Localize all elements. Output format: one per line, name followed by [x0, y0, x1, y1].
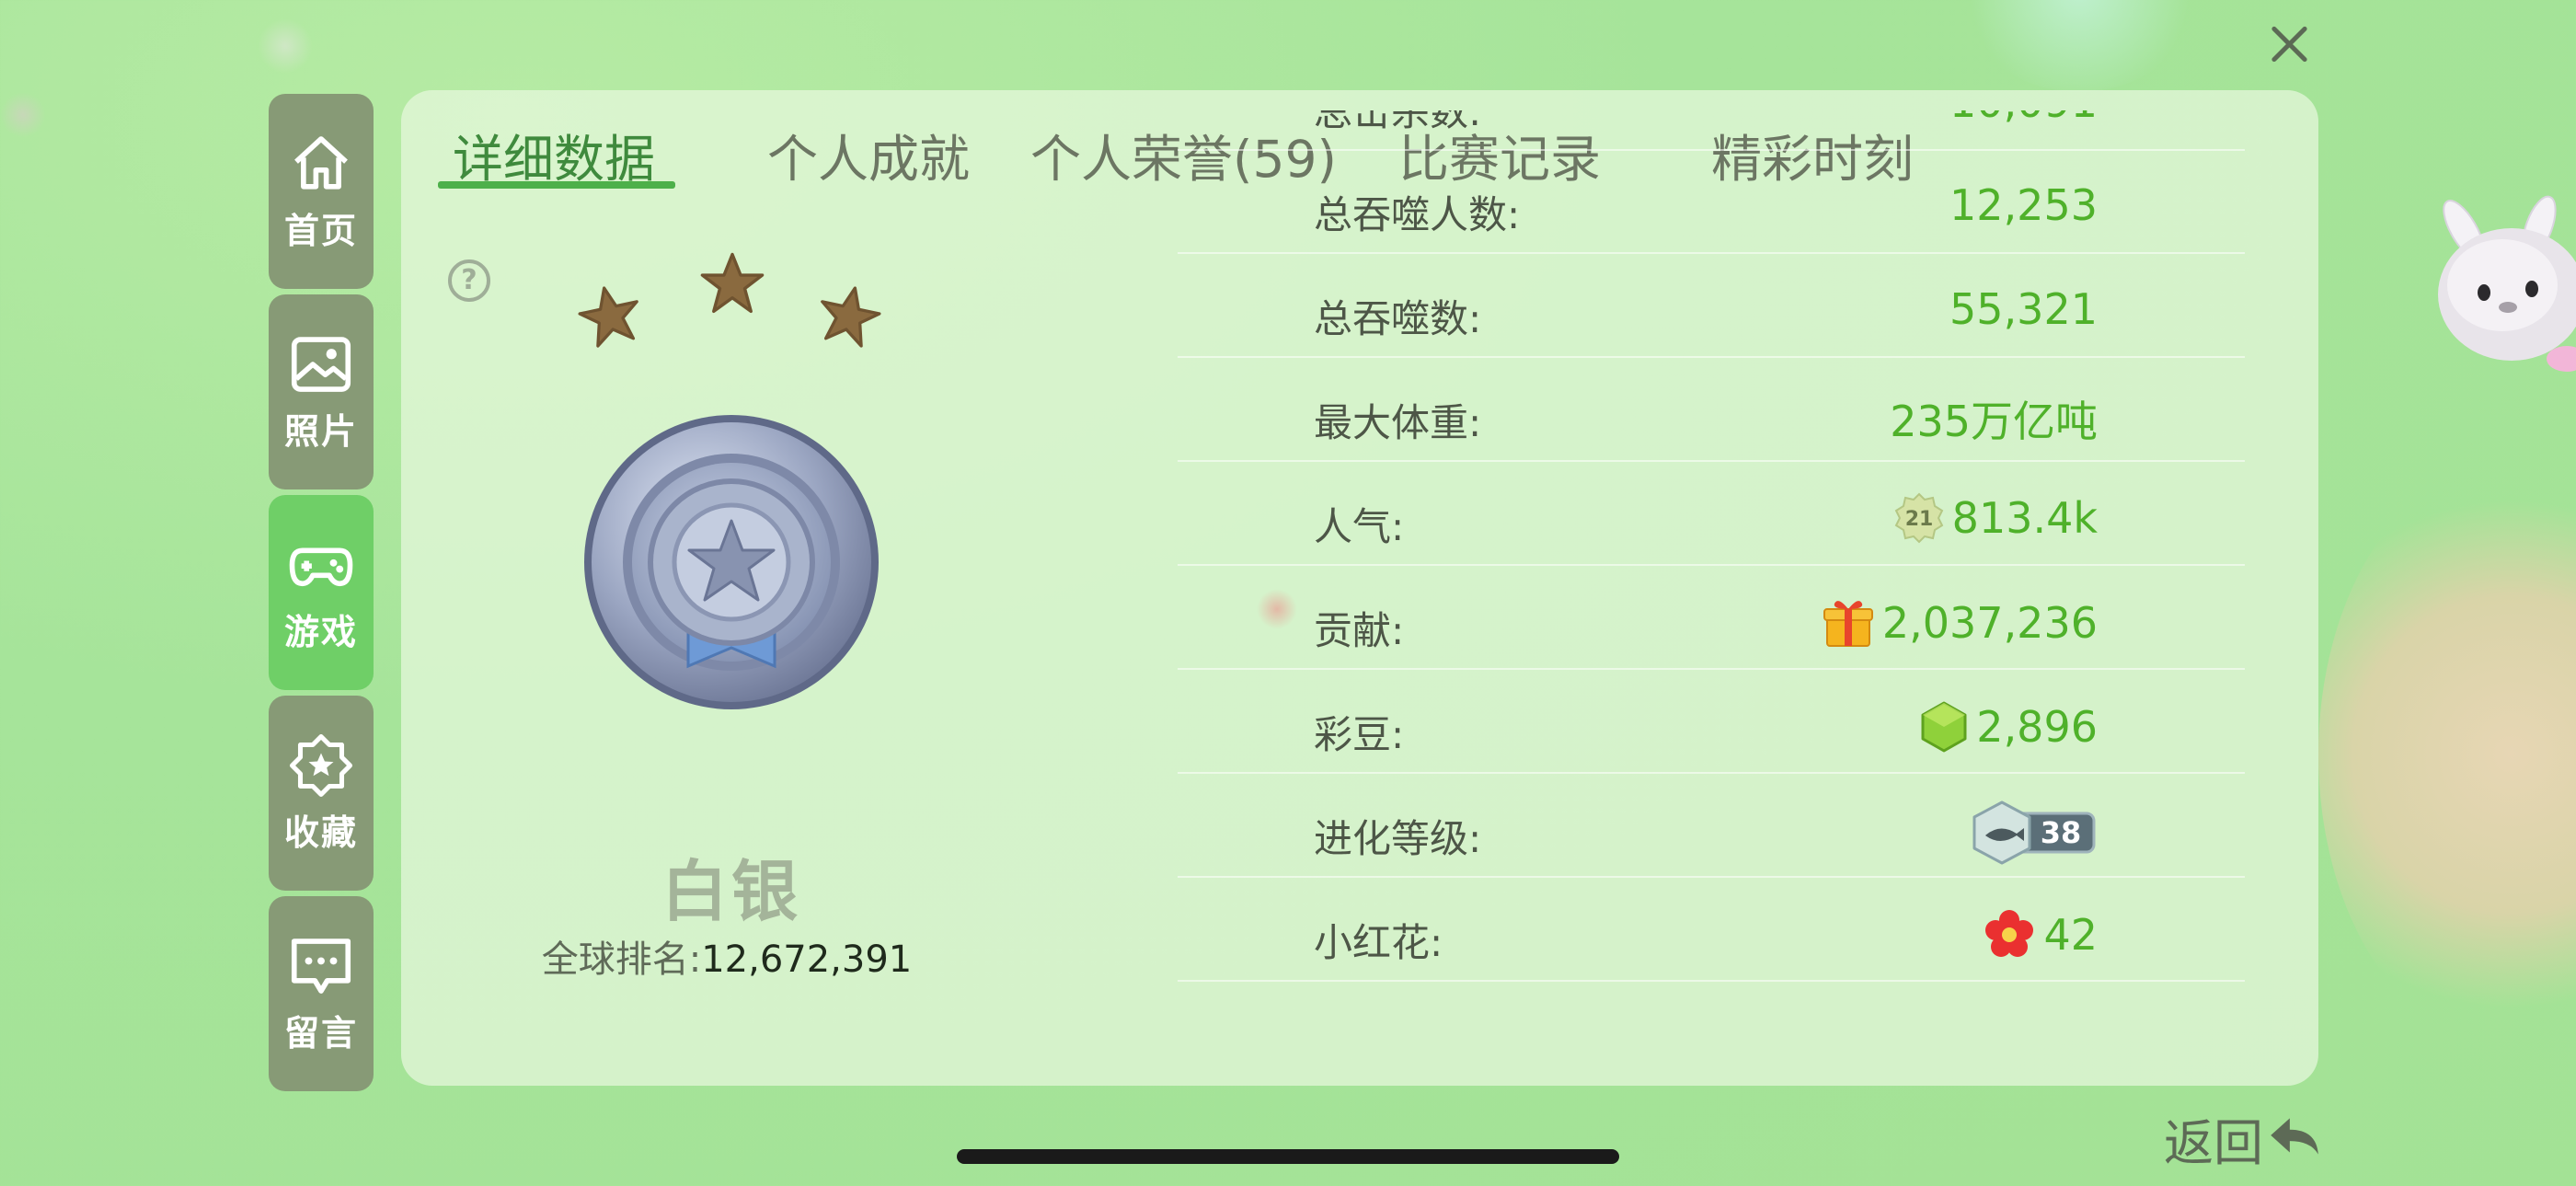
- stat-row: 人气: 21 813.4k: [1178, 461, 2245, 566]
- stat-value: 21 813.4k: [1893, 492, 2098, 544]
- sidebar-item-label: 留言: [283, 1012, 358, 1054]
- stat-row: 小红花: 42: [1178, 877, 2245, 982]
- stat-row: 进化等级: 38: [1178, 773, 2245, 878]
- return-arrow-icon: [2271, 1117, 2318, 1154]
- rank-star-icon: [821, 286, 881, 348]
- sidebar-item-label: 游戏: [283, 611, 358, 652]
- stat-value-text: 10,091: [1949, 110, 2098, 127]
- stat-value-text: 235万亿吨: [1890, 397, 2098, 446]
- red-flower-icon: [1985, 910, 2034, 957]
- background-blob: [2318, 460, 2576, 1049]
- stat-label: 总吞噬人数:: [1314, 192, 1521, 237]
- tab-achievements[interactable]: 个人成就: [767, 118, 970, 191]
- stat-row: 总吞噬人数: 12,253: [1178, 149, 2245, 254]
- stat-label: 进化等级:: [1314, 816, 1482, 861]
- stat-label: 小红花:: [1314, 920, 1443, 965]
- global-rank-value: 12,672,391: [701, 938, 913, 981]
- return-label: 返回: [2164, 1114, 2263, 1172]
- stat-value: 235万亿吨: [1890, 388, 2098, 449]
- stat-value-text: 55,321: [1949, 284, 2098, 334]
- stat-value: 38: [1969, 799, 2098, 867]
- stat-row: 总吞噬数: 55,321: [1178, 253, 2245, 358]
- background-blob: [258, 18, 313, 74]
- help-icon[interactable]: ?: [448, 259, 490, 302]
- stat-value: 10,091: [1949, 110, 2098, 127]
- sidebar-item-label: 首页: [283, 210, 358, 251]
- stat-row: 总击杀数: 10,091: [1178, 110, 2245, 151]
- sidebar-item-home[interactable]: 首页: [269, 94, 374, 289]
- sidebar-item-games[interactable]: 游戏: [269, 495, 374, 690]
- stat-row: 贡献: 2,037,236: [1178, 565, 2245, 670]
- stat-row: 最大体重: 235万亿吨: [1178, 357, 2245, 462]
- bunny-character-icon: [2438, 195, 2576, 372]
- photo-icon: [291, 336, 351, 392]
- stat-label: 总击杀数:: [1314, 110, 1482, 134]
- rank-star-icon: [578, 286, 638, 348]
- global-rank: 全球排名:12,672,391: [534, 929, 920, 983]
- stat-row: 彩豆: 2,896: [1178, 669, 2245, 774]
- rank-star-icon: [700, 252, 765, 314]
- stat-label: 人气:: [1314, 504, 1405, 549]
- stat-value-text: 2,037,236: [1881, 598, 2098, 648]
- stat-value: 55,321: [1949, 284, 2098, 334]
- rank-tier-name: 白银: [661, 853, 801, 930]
- home-indicator[interactable]: [957, 1149, 1619, 1164]
- stat-value: 42: [1983, 908, 2098, 961]
- sidebar-item-label: 照片: [283, 410, 358, 452]
- sidebar-item-photos[interactable]: 照片: [269, 294, 374, 489]
- fish-level-icon: 38: [1972, 800, 2096, 865]
- stat-value-text: 42: [2043, 910, 2098, 960]
- stat-label: 最大体重:: [1314, 400, 1482, 445]
- stat-label: 彩豆:: [1314, 712, 1405, 757]
- green-bean-icon: [1921, 701, 1967, 753]
- home-icon: [294, 135, 348, 190]
- background-blob: [0, 92, 46, 138]
- close-button[interactable]: [2263, 18, 2315, 70]
- return-button[interactable]: 返回: [2164, 1102, 2324, 1175]
- gift-icon: [1823, 601, 1873, 647]
- sidebar-item-messages[interactable]: 留言: [269, 896, 374, 1091]
- stat-value-text: 2,896: [1976, 702, 2098, 752]
- stat-value: 12,253: [1949, 180, 2098, 230]
- active-tab-indicator: [438, 181, 675, 189]
- stat-value-text: 12,253: [1949, 180, 2098, 230]
- gamepad-icon: [289, 547, 353, 586]
- stat-value: 2,037,236: [1822, 596, 2098, 650]
- stats-list: 总击杀数: 10,091 总吞噬人数: 12,253 总吞噬数: 55,321 …: [1178, 110, 2245, 1077]
- tab-detailed-data[interactable]: 详细数据: [453, 118, 655, 191]
- evolution-level-text: 38: [2041, 815, 2082, 850]
- stat-label: 总吞噬数:: [1314, 296, 1482, 341]
- popularity-badge-level: 21: [1904, 508, 1933, 531]
- stat-value-text: 813.4k: [1951, 493, 2098, 543]
- stat-label: 贡献:: [1314, 608, 1405, 653]
- star-badge-icon: [289, 733, 353, 797]
- stat-value: 2,896: [1919, 700, 2098, 754]
- popularity-badge-icon: 21: [1894, 492, 1943, 544]
- silver-medal-icon: [584, 415, 879, 709]
- sidebar-item-favorites[interactable]: 收藏: [269, 696, 374, 891]
- message-icon: [291, 938, 351, 994]
- background-blob: [1960, 0, 2199, 92]
- sidebar-item-label: 收藏: [283, 812, 358, 853]
- global-rank-label: 全球排名:: [541, 938, 702, 981]
